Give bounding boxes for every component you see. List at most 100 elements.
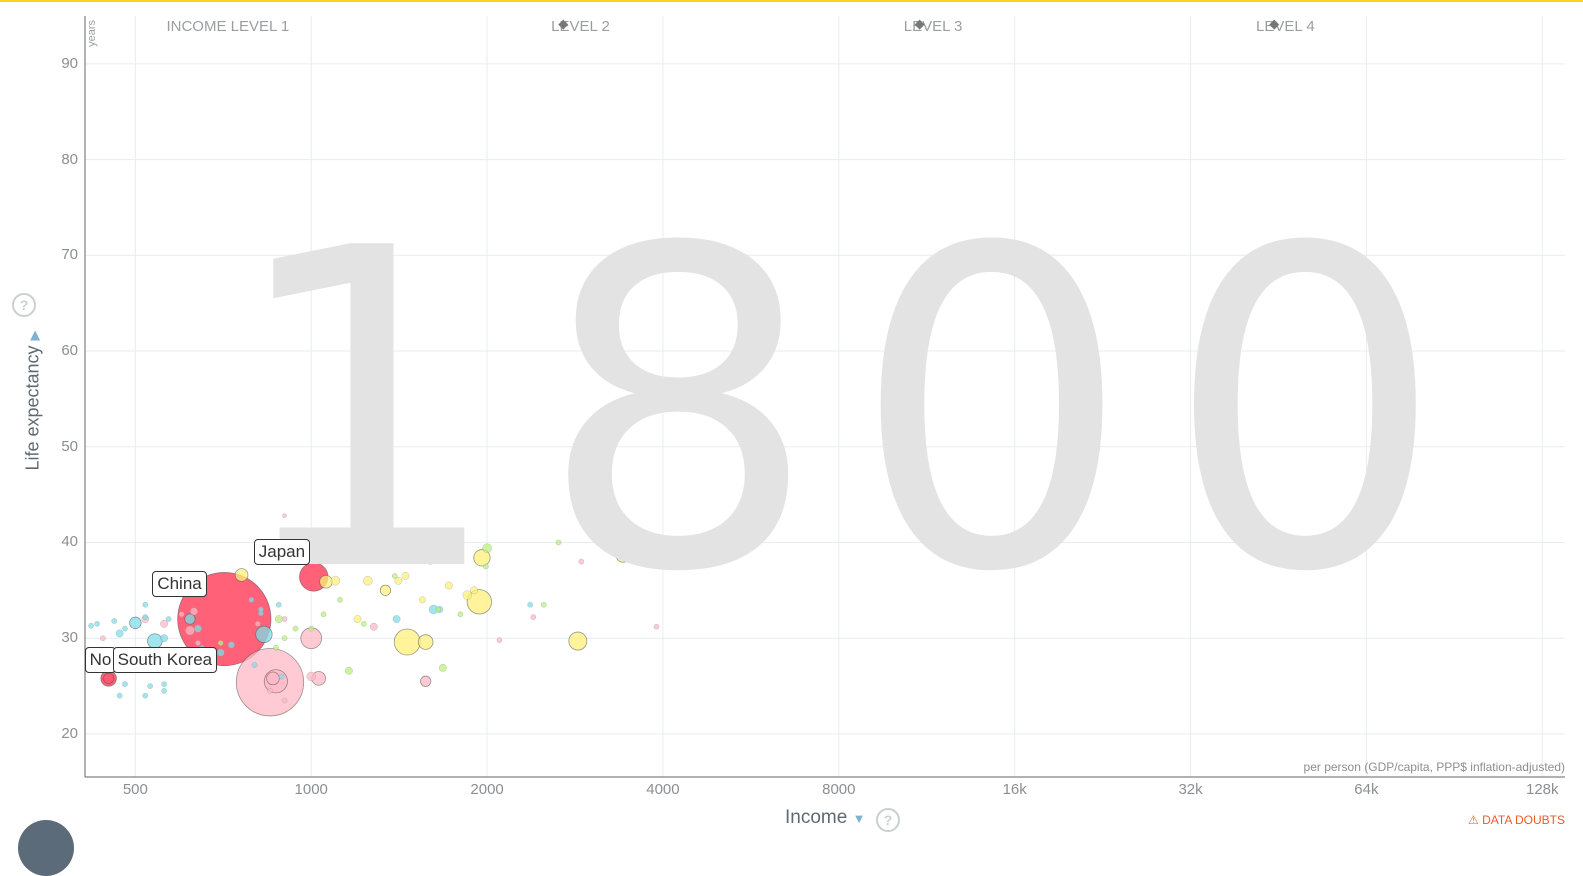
bubble-sierra-leone[interactable] <box>111 618 118 624</box>
bubble-philippines[interactable] <box>420 675 432 687</box>
y-axis-dropdown-icon[interactable]: ▶ <box>27 330 42 340</box>
bubble-switzerland[interactable] <box>319 574 333 589</box>
bubble-congo[interactable] <box>129 616 142 630</box>
bubble-greece[interactable] <box>444 581 453 590</box>
bubble-egypt[interactable] <box>184 613 196 625</box>
bubble-united-kingdom[interactable] <box>615 547 631 563</box>
bubble-sri-lanka[interactable] <box>178 611 185 618</box>
bubble-austria[interactable] <box>424 553 437 565</box>
bubble-botswana[interactable] <box>142 601 149 608</box>
bubble-syria[interactable] <box>267 687 273 694</box>
bubble-kuwait[interactable] <box>530 614 537 620</box>
bubble-niger[interactable] <box>161 681 167 687</box>
bubble-togo[interactable] <box>278 673 285 680</box>
bubble-chile[interactable] <box>555 539 562 546</box>
bubble-kenya[interactable] <box>160 634 169 643</box>
bubble-gambia[interactable] <box>165 616 172 622</box>
bubble-jordan[interactable] <box>282 513 287 518</box>
bubble-uruguay[interactable] <box>435 606 442 613</box>
bubble-russia[interactable] <box>393 628 421 656</box>
bubble-romania[interactable] <box>353 615 362 623</box>
bubble-rwanda[interactable] <box>122 681 128 687</box>
bubble-haiti[interactable] <box>292 625 299 632</box>
income-level-boundary-icon[interactable]: ◆ <box>915 16 925 32</box>
bubble-brazil[interactable] <box>274 615 283 623</box>
bubble-denmark[interactable] <box>470 586 478 595</box>
bubble-ecuador[interactable] <box>320 611 327 618</box>
bubble-ethiopia[interactable] <box>147 633 163 649</box>
bubble-zimbabwe[interactable] <box>275 601 282 608</box>
bubble-lesotho[interactable] <box>122 625 128 632</box>
bubble-north-korea[interactable] <box>103 672 115 685</box>
bubble-venezuela[interactable] <box>457 611 464 618</box>
y-axis-help-icon[interactable]: ? <box>12 293 36 317</box>
bubble-namibia[interactable] <box>248 597 255 603</box>
bubble-malaysia[interactable] <box>254 620 261 627</box>
bubble-sweden[interactable] <box>462 590 473 600</box>
bubble-portugal[interactable] <box>363 576 373 586</box>
bubble-belgium[interactable] <box>379 584 392 596</box>
bubble-serbia[interactable] <box>418 596 426 604</box>
data-doubts-link[interactable]: ⚠ DATA DOUBTS <box>1468 813 1565 827</box>
bubble-burundi[interactable] <box>88 622 94 629</box>
bubble-netherlands[interactable] <box>625 539 633 546</box>
y-axis-title[interactable]: Life expectancy ▶ <box>23 316 44 486</box>
bubble-guatemala[interactable] <box>281 635 288 642</box>
bubble-benin[interactable] <box>251 662 258 668</box>
bubble-honduras[interactable] <box>273 644 279 651</box>
bubble-argentina[interactable] <box>438 663 447 672</box>
bubble-guinea[interactable] <box>142 692 149 699</box>
bubble-burkina-faso[interactable] <box>147 683 153 689</box>
bubble-jamaica[interactable] <box>391 573 398 579</box>
bubble-usa[interactable] <box>482 543 492 553</box>
bubble-label-north-korea[interactable]: No <box>84 647 117 674</box>
bubble-canada[interactable] <box>482 563 489 570</box>
bubble-label-south-korea[interactable]: South Korea <box>112 647 218 674</box>
bubble-sudan[interactable] <box>194 624 202 633</box>
bubble-algeria[interactable] <box>392 615 401 623</box>
bubble-cambodia[interactable] <box>195 640 201 646</box>
income-level-boundary-icon[interactable]: ◆ <box>1269 16 1279 32</box>
bubble-nigeria[interactable] <box>255 625 273 643</box>
bubble-yemen[interactable] <box>496 637 503 643</box>
bubble-spain[interactable] <box>417 634 434 650</box>
bubble-poland[interactable] <box>234 568 249 582</box>
bubble-somalia[interactable] <box>161 687 167 694</box>
bubble-oman[interactable] <box>578 558 585 565</box>
bubble-tanzania[interactable] <box>115 629 124 638</box>
bubble-colombia[interactable] <box>360 620 367 627</box>
bubble-mexico[interactable] <box>344 666 353 675</box>
bubble-pakistan[interactable] <box>266 671 280 686</box>
bubble-saudi-arabia[interactable] <box>653 623 660 630</box>
bubble-italy[interactable] <box>568 631 588 651</box>
bubble-turkey[interactable] <box>369 622 378 631</box>
bubble-bolivia[interactable] <box>308 625 315 632</box>
bubble-paraguay[interactable] <box>337 597 343 603</box>
bubble-thailand[interactable] <box>185 625 195 636</box>
bubble-label-china[interactable]: China <box>152 571 207 598</box>
bubble-bhutan[interactable] <box>100 635 106 642</box>
bubble-ghana[interactable] <box>216 648 225 657</box>
bubble-ireland[interactable] <box>330 576 341 586</box>
bubble-uganda[interactable] <box>142 614 149 620</box>
bubble-south-africa[interactable] <box>527 601 533 608</box>
income-level-boundary-icon[interactable]: ◆ <box>558 16 568 32</box>
bubble-label-japan[interactable]: Japan <box>253 538 311 565</box>
x-axis-help-icon[interactable]: ? <box>876 808 900 832</box>
bubble-cuba[interactable] <box>540 601 547 608</box>
bubble-cameroon[interactable] <box>227 641 235 649</box>
bubble-iraq[interactable] <box>281 697 288 704</box>
x-axis-dropdown-icon[interactable]: ▼ <box>853 811 866 826</box>
bubble-mongolia[interactable] <box>378 549 385 555</box>
x-axis-title[interactable]: Income ▼ <box>785 807 865 829</box>
play-button[interactable] <box>18 820 74 876</box>
bubble-myanmar[interactable] <box>190 607 198 616</box>
bubble-chad[interactable] <box>116 692 123 699</box>
bubble-gabon[interactable] <box>258 606 264 613</box>
bubble-peru[interactable] <box>217 640 224 646</box>
bubble-nepal[interactable] <box>160 619 169 628</box>
bubble-madagascar[interactable] <box>94 620 100 627</box>
bubble-laos[interactable] <box>281 616 288 622</box>
bubble-norway[interactable] <box>401 572 410 580</box>
bubble-iran[interactable] <box>306 671 316 682</box>
